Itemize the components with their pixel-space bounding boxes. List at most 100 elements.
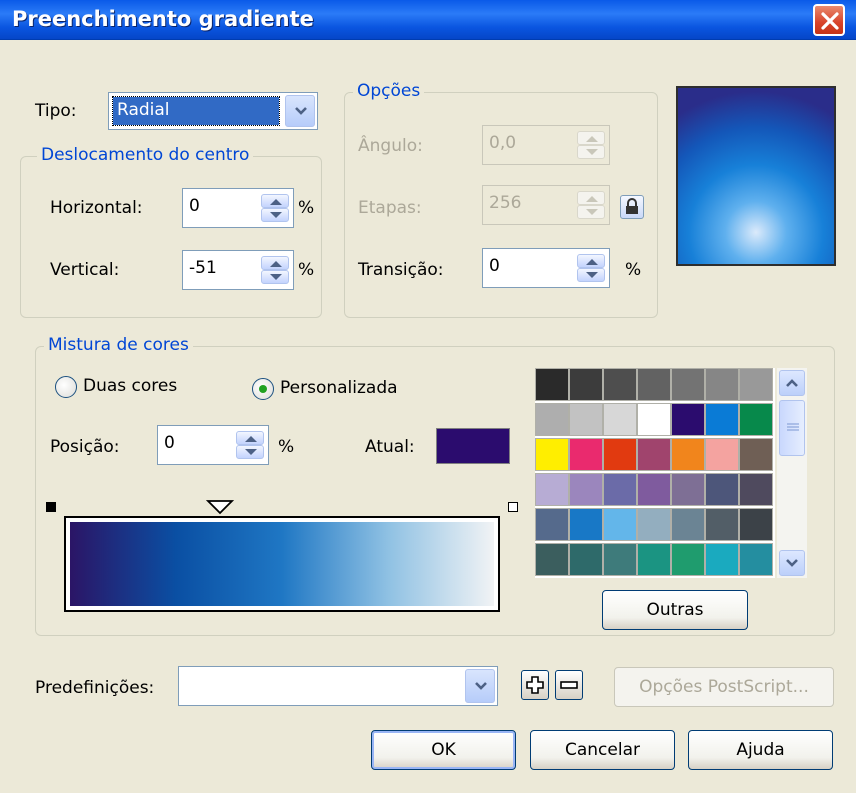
palette-swatch[interactable] <box>671 438 705 471</box>
palette-swatch[interactable] <box>671 368 705 401</box>
palette-swatch[interactable] <box>603 543 637 576</box>
center-offset-legend: Deslocamento do centro <box>37 145 254 165</box>
lock-steps-button[interactable] <box>620 195 644 219</box>
cancel-button[interactable]: Cancelar <box>530 730 675 770</box>
horizontal-input[interactable]: 0 <box>182 188 294 228</box>
palette-swatch[interactable] <box>569 473 603 506</box>
palette-swatch[interactable] <box>739 368 773 401</box>
cancel-button-label: Cancelar <box>565 740 640 760</box>
vertical-down-button[interactable] <box>261 270 289 284</box>
transition-unit: % <box>625 260 642 280</box>
title-bar[interactable]: Preenchimento gradiente <box>0 0 856 40</box>
vertical-spinner[interactable] <box>261 256 289 284</box>
others-button[interactable]: Outras <box>602 590 748 630</box>
presets-dropdown[interactable] <box>178 666 498 706</box>
palette-swatch[interactable] <box>705 508 739 541</box>
chevron-down-icon <box>295 107 307 115</box>
palette-swatch[interactable] <box>739 473 773 506</box>
horizontal-value: 0 <box>189 196 200 216</box>
color-palette[interactable] <box>535 368 775 578</box>
remove-preset-button[interactable] <box>555 670 583 700</box>
arrow-up-icon <box>586 136 598 142</box>
horizontal-up-button[interactable] <box>261 194 289 208</box>
palette-swatch[interactable] <box>569 508 603 541</box>
palette-swatch[interactable] <box>671 403 705 436</box>
tipo-dropdown[interactable]: Radial <box>108 92 318 130</box>
tipo-dropdown-button[interactable] <box>285 95 315 127</box>
presets-dropdown-button[interactable] <box>465 669 495 703</box>
palette-swatch[interactable] <box>535 438 569 471</box>
palette-swatch[interactable] <box>671 473 705 506</box>
palette-swatch[interactable] <box>705 543 739 576</box>
palette-swatch[interactable] <box>671 543 705 576</box>
horizontal-spinner[interactable] <box>261 194 289 222</box>
palette-swatch[interactable] <box>671 508 705 541</box>
close-button[interactable] <box>813 4 845 36</box>
palette-swatch[interactable] <box>637 508 671 541</box>
palette-scroll-down[interactable] <box>779 550 805 576</box>
palette-swatch[interactable] <box>603 438 637 471</box>
palette-swatch[interactable] <box>603 368 637 401</box>
palette-swatch[interactable] <box>739 438 773 471</box>
palette-swatch[interactable] <box>603 403 637 436</box>
palette-swatch[interactable] <box>535 508 569 541</box>
palette-swatch[interactable] <box>739 543 773 576</box>
palette-swatch[interactable] <box>637 473 671 506</box>
position-down-button[interactable] <box>236 445 264 459</box>
position-up-button[interactable] <box>236 431 264 445</box>
add-preset-button[interactable] <box>521 670 549 700</box>
ok-button[interactable]: OK <box>371 730 516 770</box>
arrow-up-icon <box>586 196 598 202</box>
palette-swatch[interactable] <box>705 368 739 401</box>
vertical-input[interactable]: -51 <box>182 250 294 290</box>
transition-up-button[interactable] <box>577 254 605 268</box>
palette-scrollbar[interactable] <box>777 368 807 578</box>
help-button[interactable]: Ajuda <box>688 730 833 770</box>
position-spinner[interactable] <box>236 431 264 459</box>
chevron-down-icon <box>786 559 798 567</box>
palette-swatch[interactable] <box>569 403 603 436</box>
steps-label: Etapas: <box>358 198 422 218</box>
chevron-down-icon <box>475 682 487 690</box>
two-colors-radio[interactable] <box>55 376 77 398</box>
lock-icon <box>626 198 638 214</box>
custom-radio[interactable] <box>252 378 274 400</box>
palette-swatch[interactable] <box>535 368 569 401</box>
palette-scroll-up[interactable] <box>779 370 805 396</box>
end-color-marker[interactable] <box>508 502 518 512</box>
palette-swatch[interactable] <box>569 438 603 471</box>
start-color-marker[interactable] <box>46 502 56 512</box>
transition-spinner[interactable] <box>577 254 605 282</box>
transition-input[interactable]: 0 <box>482 248 610 288</box>
palette-swatch[interactable] <box>569 543 603 576</box>
vertical-up-button[interactable] <box>261 256 289 270</box>
palette-swatch[interactable] <box>705 473 739 506</box>
palette-swatch[interactable] <box>637 368 671 401</box>
close-icon <box>821 12 839 30</box>
current-color-swatch[interactable] <box>436 428 510 464</box>
arrow-up-icon <box>270 199 282 205</box>
palette-swatch[interactable] <box>535 473 569 506</box>
palette-swatch[interactable] <box>637 403 671 436</box>
palette-swatch[interactable] <box>705 438 739 471</box>
palette-swatch[interactable] <box>637 438 671 471</box>
palette-scroll-thumb[interactable] <box>779 400 805 456</box>
palette-swatch[interactable] <box>705 403 739 436</box>
position-marker-icon[interactable] <box>206 499 234 515</box>
horizontal-down-button[interactable] <box>261 208 289 222</box>
angle-spinner <box>577 131 605 159</box>
palette-swatch[interactable] <box>569 368 603 401</box>
gradient-bar[interactable] <box>70 522 494 606</box>
palette-swatch[interactable] <box>535 543 569 576</box>
position-input[interactable]: 0 <box>157 425 269 465</box>
palette-swatch[interactable] <box>603 473 637 506</box>
palette-swatch[interactable] <box>603 508 637 541</box>
palette-swatch[interactable] <box>739 508 773 541</box>
chevron-up-icon <box>786 379 798 387</box>
gradient-bar-frame[interactable] <box>64 516 500 612</box>
palette-swatch[interactable] <box>637 543 671 576</box>
gradient-preview <box>676 86 836 266</box>
transition-down-button[interactable] <box>577 268 605 282</box>
palette-swatch[interactable] <box>739 403 773 436</box>
palette-swatch[interactable] <box>535 403 569 436</box>
